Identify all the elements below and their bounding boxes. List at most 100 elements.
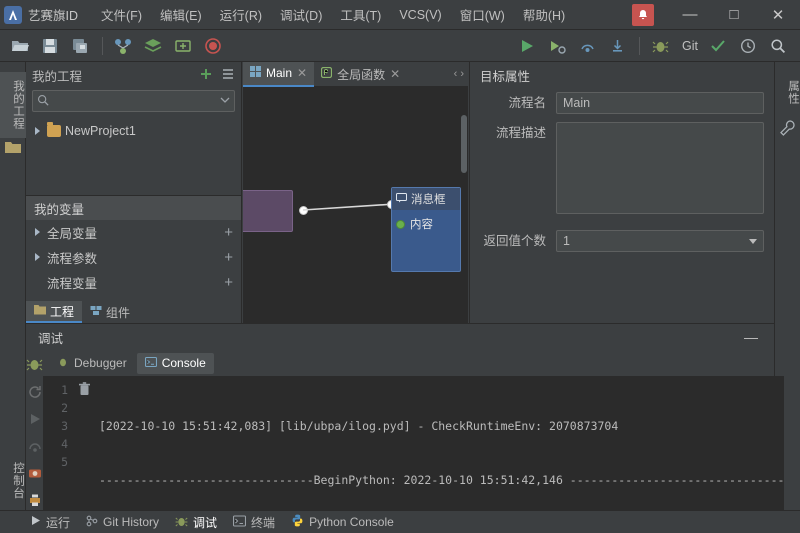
flow-description-textarea[interactable] [556, 122, 764, 214]
check-icon[interactable] [704, 33, 732, 59]
debug-icon[interactable] [646, 33, 674, 59]
sidebar-item-properties[interactable]: 属性 [775, 72, 800, 112]
print-icon[interactable] [28, 493, 42, 510]
variable-row-label: 流程变量 [47, 277, 98, 291]
sidebar-item-project[interactable]: 我的工程 [0, 72, 26, 138]
tab-next-button[interactable]: › [460, 68, 464, 80]
save-icon[interactable] [36, 33, 64, 59]
trash-icon[interactable] [73, 376, 95, 510]
bug-icon [175, 515, 188, 530]
variable-row-global[interactable]: 全局变量 + [26, 220, 241, 245]
dialog-icon [396, 192, 407, 206]
tab-prev-button[interactable]: ‹ [454, 68, 458, 80]
add-flow-param-button[interactable]: + [224, 250, 233, 265]
tab-project[interactable]: 工程 [26, 301, 83, 323]
variables-panel-title: 我的变量 [26, 196, 241, 220]
return-count-select[interactable]: 1 [556, 230, 764, 252]
flow-canvas[interactable]: 消息框 内容 [243, 87, 468, 323]
canvas-vertical-scrollbar[interactable] [461, 115, 467, 173]
start-node[interactable] [243, 190, 293, 232]
search-icon[interactable] [764, 33, 792, 59]
flow-icon[interactable] [109, 33, 137, 59]
deploy-icon[interactable] [169, 33, 197, 59]
play-icon [30, 515, 41, 529]
resume-icon[interactable] [28, 412, 42, 429]
status-python-console[interactable]: Python Console [291, 514, 394, 530]
menu-tools[interactable]: 工具(T) [331, 1, 390, 28]
message-box-node[interactable]: 消息框 内容 [391, 187, 461, 272]
tab-project-label: 工程 [50, 304, 75, 319]
run-icon[interactable] [513, 33, 541, 59]
menu-run[interactable]: 运行(R) [211, 1, 271, 28]
step-over-icon[interactable] [573, 33, 601, 59]
status-run[interactable]: 运行 [30, 514, 70, 531]
collapse-all-icon[interactable] [221, 67, 235, 84]
search-input[interactable] [53, 93, 220, 109]
status-terminal-label: 终端 [251, 515, 276, 530]
toolbar-separator-2 [639, 36, 641, 55]
close-button[interactable]: ✕ [756, 0, 800, 30]
save-all-icon[interactable] [66, 33, 94, 59]
open-folder-icon[interactable] [6, 33, 34, 59]
record-icon[interactable] [199, 33, 227, 59]
bug-icon[interactable] [26, 356, 43, 375]
flow-name-input[interactable]: Main [556, 92, 764, 114]
menu-debug[interactable]: 调试(D) [271, 1, 331, 28]
python-icon [291, 514, 304, 530]
menu-help[interactable]: 帮助(H) [514, 1, 574, 28]
stack-icon[interactable] [139, 33, 167, 59]
tab-debugger[interactable]: Debugger [49, 353, 135, 374]
step-icon[interactable] [28, 439, 42, 456]
status-terminal[interactable]: 终端 [232, 514, 276, 531]
content-port[interactable] [396, 219, 405, 229]
component-icon [90, 305, 102, 319]
bell-icon[interactable] [632, 3, 654, 26]
run-config-icon[interactable] [543, 33, 571, 59]
chevron-right-icon[interactable] [34, 253, 43, 262]
line-number: 2 [61, 401, 68, 415]
debug-window-header: 调试 — [26, 324, 774, 350]
console-line: [2022-10-10 15:51:42,083] [lib/ubpa/ilog… [99, 419, 619, 433]
function-icon [320, 66, 333, 81]
editor-tab-global-functions[interactable]: 全局函数 ✕ [314, 62, 407, 87]
chevron-right-icon[interactable] [34, 126, 43, 136]
toolbar-separator-1 [102, 36, 103, 55]
add-flow-variable-button[interactable]: + [224, 275, 233, 290]
plus-icon[interactable] [199, 67, 213, 84]
project-search-box[interactable] [32, 90, 235, 112]
git-label[interactable]: Git [676, 39, 704, 53]
console-icon [144, 356, 157, 371]
chevron-down-icon[interactable] [220, 94, 230, 108]
tree-item-newproject1[interactable]: NewProject1 [26, 120, 241, 142]
chevron-down-icon [749, 239, 757, 244]
editor-tab-main[interactable]: Main ✕ [243, 61, 315, 87]
camera-icon[interactable] [28, 466, 42, 483]
menu-vcs[interactable]: VCS(V) [390, 4, 450, 26]
menu-edit[interactable]: 编辑(E) [151, 1, 211, 28]
variable-row-flowvars[interactable]: 流程变量 + [26, 270, 241, 295]
close-icon[interactable]: ✕ [297, 66, 307, 80]
variable-row-params[interactable]: 流程参数 + [26, 245, 241, 270]
console-output[interactable]: 1 2 3 4 5 [2022-10-10 15:51:42,083] [lib… [43, 376, 785, 510]
search-icon [37, 94, 49, 109]
minimize-button[interactable]: — [668, 0, 712, 30]
add-global-variable-button[interactable]: + [224, 225, 233, 240]
close-icon[interactable]: ✕ [390, 67, 400, 81]
tab-component[interactable]: 组件 [82, 301, 138, 323]
menu-bar: 文件(F) 编辑(E) 运行(R) 调试(D) 工具(T) VCS(V) 窗口(… [92, 1, 574, 28]
menu-window[interactable]: 窗口(W) [451, 1, 514, 28]
menu-file[interactable]: 文件(F) [92, 1, 151, 28]
step-into-icon[interactable] [603, 33, 631, 59]
status-git-history[interactable]: Git History [86, 515, 159, 530]
variable-row-label: 流程参数 [47, 252, 98, 266]
maximize-button[interactable]: □ [712, 0, 756, 30]
rerun-icon[interactable] [28, 385, 42, 402]
wrench-icon[interactable] [780, 120, 796, 136]
status-debug[interactable]: 调试 [175, 514, 217, 531]
chevron-right-icon[interactable] [34, 228, 43, 237]
tab-console[interactable]: Console [136, 352, 214, 374]
clock-icon[interactable] [734, 33, 762, 59]
window-controls: — □ ✕ [632, 0, 800, 30]
minimize-debug-button[interactable]: — [744, 329, 762, 345]
sidebar-item-console[interactable]: 控制台 [0, 455, 26, 507]
